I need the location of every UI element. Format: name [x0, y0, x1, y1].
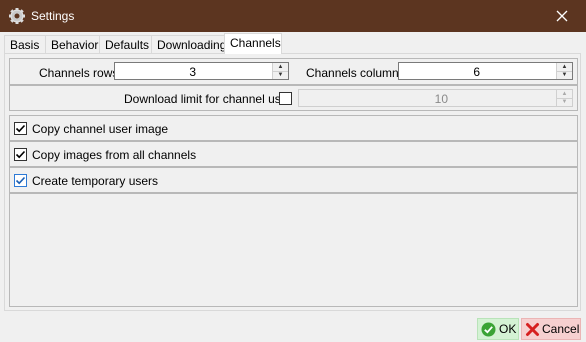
create-temporary-users-label: Create temporary users	[32, 174, 159, 188]
spin-down-icon[interactable]: ▼	[273, 71, 288, 79]
tab-basis[interactable]: Basis	[4, 35, 46, 53]
gear-icon	[8, 7, 26, 25]
channels-rows-label: Channels rows	[39, 66, 119, 80]
check-icon	[15, 176, 26, 185]
copy-images-all-channels-checkbox[interactable]	[14, 148, 27, 161]
tab-channels[interactable]: Channels	[224, 33, 282, 54]
channels-columns-value: 6	[473, 65, 480, 79]
channels-columns-label: Channels columns	[306, 66, 405, 80]
copy-channel-user-image-row: Copy channel user image	[9, 115, 578, 141]
check-icon	[15, 150, 26, 159]
copy-channel-user-image-label: Copy channel user image	[32, 122, 169, 136]
copy-images-all-channels-row: Copy images from all channels	[9, 141, 578, 167]
download-limit-checkbox[interactable]	[279, 92, 292, 105]
download-limit-label: Download limit for channel user	[124, 92, 292, 106]
spin-down-icon[interactable]: ▼	[557, 98, 572, 106]
cross-icon	[525, 322, 540, 340]
channels-columns-stepper[interactable]: 6 ▲ ▼	[398, 62, 573, 80]
create-temporary-users-row: Create temporary users	[9, 167, 578, 193]
download-limit-row: Download limit for channel user 10 ▲ ▼	[9, 85, 578, 111]
channels-panel: Channels rows 3 ▲ ▼ Channels columns 6 ▲…	[4, 53, 581, 311]
tab-downloading[interactable]: Downloading	[151, 35, 226, 53]
title-bar: Settings	[0, 0, 586, 32]
channels-rows-value: 3	[189, 65, 196, 79]
download-limit-value: 10	[434, 92, 448, 106]
spin-buttons[interactable]: ▲ ▼	[556, 63, 572, 79]
window-title: Settings	[31, 9, 75, 23]
download-limit-stepper[interactable]: 10 ▲ ▼	[298, 89, 573, 107]
copy-images-all-channels-label: Copy images from all channels	[32, 148, 197, 162]
spin-buttons[interactable]: ▲ ▼	[272, 63, 288, 79]
channels-rows-stepper[interactable]: 3 ▲ ▼	[114, 62, 289, 80]
copy-channel-user-image-checkbox[interactable]	[14, 122, 27, 135]
channels-grid-row: Channels rows 3 ▲ ▼ Channels columns 6 ▲…	[9, 58, 578, 85]
spin-buttons[interactable]: ▲ ▼	[556, 90, 572, 106]
check-icon	[15, 124, 26, 133]
ok-label: OK	[499, 322, 517, 336]
dialog-footer: OK Cancel	[0, 312, 586, 342]
spin-down-icon[interactable]: ▼	[557, 71, 572, 79]
tab-defaults[interactable]: Defaults	[99, 35, 152, 53]
close-icon[interactable]	[552, 6, 572, 26]
cancel-label: Cancel	[542, 322, 580, 336]
cancel-button[interactable]: Cancel	[521, 318, 581, 340]
check-circle-icon	[481, 322, 496, 340]
tab-behavior[interactable]: Behavior	[45, 35, 100, 53]
empty-area	[9, 193, 578, 307]
ok-button[interactable]: OK	[477, 318, 519, 340]
create-temporary-users-checkbox[interactable]	[14, 174, 27, 187]
